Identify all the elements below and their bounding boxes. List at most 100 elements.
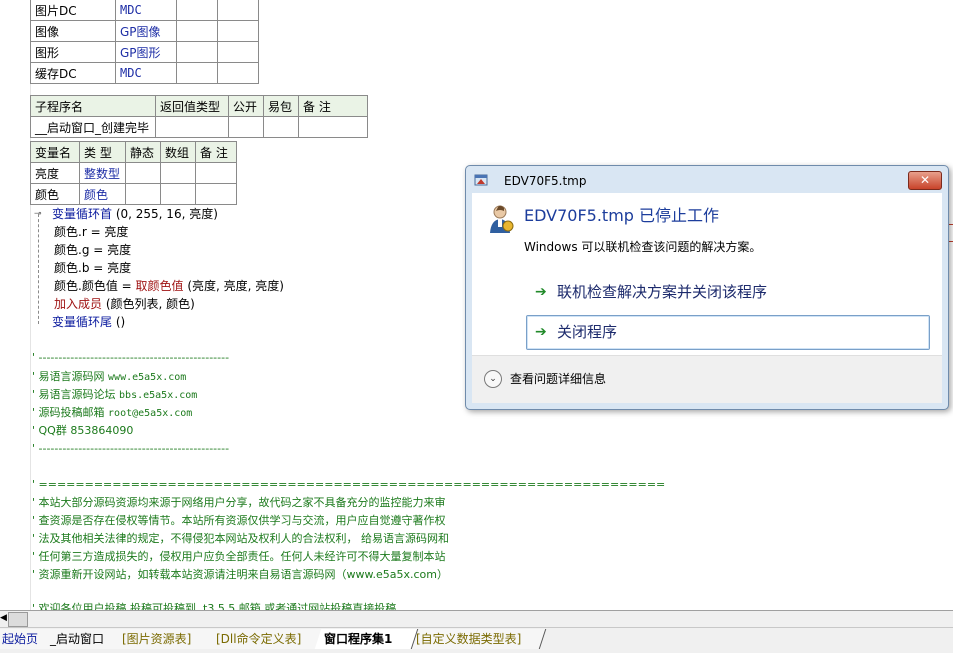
column-header: 子程序名 (30, 95, 156, 117)
comment-line[interactable]: ' 欢迎各位用户投稿 投稿可投稿到 .t3.5.5 邮箱 或者通过网站投稿直接投… (32, 600, 396, 610)
column-header: 变量名 (30, 141, 80, 163)
table-cell[interactable] (176, 20, 218, 42)
dialog-body: EDV70F5.tmp 已停止工作 Windows 可以联机检查该问题的解决方案… (472, 193, 942, 355)
table-cell[interactable]: GP图形 (115, 41, 177, 63)
table-cell[interactable]: 图像 (30, 20, 116, 42)
close-button[interactable]: ✕ (908, 171, 942, 190)
column-header: 易包 (263, 95, 299, 117)
comment-text: ' 源码投稿邮箱 (32, 406, 109, 419)
comment-url: www.e5a5x.com (108, 372, 187, 383)
table-cell[interactable] (228, 116, 264, 138)
table-cell[interactable]: 颜色 (30, 183, 80, 205)
dialog-title: EDV70F5.tmp (504, 174, 587, 188)
comment-line[interactable]: ' 查资源是否存在侵权等情节。本站所有资源仅供学习与交流，用户应自觉遵守著作权 (32, 512, 446, 530)
close-program-button[interactable]: ➔ 关闭程序 (526, 315, 930, 350)
arrow-right-icon: ➔ (535, 284, 547, 300)
comment-line[interactable]: ' 资源重新开设网站，如转载本站资源请注明来自易语言源码网（www.e5a5x.… (32, 566, 448, 584)
option-label: 联机检查解决方案并关闭该程序 (557, 283, 768, 301)
code-function: 取颜色值 (135, 279, 184, 293)
tab-label: 起始页 (2, 632, 39, 646)
table-cell[interactable]: 缓存DC (30, 62, 116, 84)
column-header: 数组 (160, 141, 196, 163)
comment-line[interactable]: ' 易语言源码论坛 bbs.e5a5x.com (32, 386, 197, 404)
error-dialog[interactable]: EDV70F5.tmp ✕ EDV70F5.tmp 已停止工作 Windows … (465, 165, 949, 410)
column-header: 返回值类型 (155, 95, 229, 117)
table-cell[interactable] (160, 162, 196, 184)
table-cell[interactable] (298, 116, 368, 138)
tab-label: [Dll命令定义表] (216, 632, 302, 646)
tab-label: _启动窗口 (50, 632, 105, 646)
table-cell[interactable] (125, 162, 161, 184)
table-cell[interactable]: GP图像 (115, 20, 177, 42)
code-args: () (112, 315, 126, 329)
table-cell[interactable] (176, 41, 218, 63)
code-line[interactable]: 颜色.颜色值 = 取颜色值 (亮度, 亮度, 亮度) (54, 277, 284, 295)
table-cell[interactable] (263, 116, 299, 138)
comment-line[interactable]: ' 本站大部分源码资源均来源于网络用户分享，故代码之家不具备充分的监控能力来审 (32, 494, 446, 512)
table-header-row: 子程序名 返回值类型 公开 易包 备 注 (30, 95, 368, 117)
dialog-description: Windows 可以联机检查该问题的解决方案。 (524, 240, 762, 254)
table-cell[interactable]: 整数型 (79, 162, 126, 184)
dialog-heading: EDV70F5.tmp 已停止工作 (524, 206, 720, 225)
tab-window-assembly[interactable]: 窗口程序集1 (314, 629, 419, 649)
column-header: 静态 (125, 141, 161, 163)
scroll-left-icon[interactable]: ◀ (0, 613, 7, 624)
check-online-solution-button[interactable]: ➔ 联机检查解决方案并关闭该程序 (527, 276, 927, 309)
table-cell[interactable] (217, 20, 259, 42)
comment-line[interactable]: ' 法及其他相关法律的规定，不得侵犯本网站及权利人的合法权利， 给易语言源码网和 (32, 530, 449, 548)
arrow-right-icon: ➔ (535, 324, 547, 340)
table-cell[interactable]: 亮度 (30, 162, 80, 184)
table-cell[interactable] (217, 0, 259, 21)
tab-image-resources[interactable]: [图片资源表] (112, 629, 219, 649)
tab-custom-data-types[interactable]: [自定义数据类型表] (406, 629, 547, 649)
table-cell[interactable] (125, 183, 161, 205)
table-cell[interactable]: 图片DC (30, 0, 116, 21)
user-icon (490, 205, 514, 233)
code-keyword: 变量循环尾 (52, 315, 113, 329)
tab-dll-commands[interactable]: [Dll命令定义表] (206, 629, 329, 649)
code-line[interactable]: 变量循环首 (0, 255, 16, 亮度) (52, 205, 218, 223)
table-cell[interactable]: 图形 (30, 41, 116, 63)
table-row: 图像 GP图像 (30, 20, 259, 42)
table-cell[interactable] (217, 62, 259, 84)
table-row: 图片DC MDC (30, 0, 259, 21)
comment-line[interactable]: ' 任何第三方造成损失的，侵权用户应负全部责任。任何人未经许可不得大量复制本站 (32, 548, 446, 566)
code-line[interactable]: 变量循环尾 () (52, 313, 125, 331)
comment-line[interactable]: ' --------------------------------------… (32, 440, 229, 458)
subroutine-name-cell[interactable]: __启动窗口_创建完毕 (30, 116, 156, 138)
loop-marker-icon: ⊸ (34, 209, 42, 219)
comment-line[interactable]: ' 源码投稿邮箱 root@e5a5x.com (32, 404, 192, 422)
table-cell[interactable] (195, 183, 237, 205)
table-header-row: 变量名 类 型 静态 数组 备 注 (30, 141, 237, 163)
view-details-link[interactable]: 查看问题详细信息 (510, 370, 606, 387)
editor-gutter (0, 0, 31, 610)
table-cell[interactable] (176, 62, 218, 84)
table-cell[interactable]: MDC (115, 62, 177, 84)
table-cell[interactable]: MDC (115, 0, 177, 21)
code-text: 颜色.颜色值 = (54, 279, 136, 293)
scrollbar-thumb[interactable] (8, 612, 28, 627)
table-cell[interactable] (155, 116, 229, 138)
column-header: 公开 (228, 95, 264, 117)
table-cell[interactable] (160, 183, 196, 205)
comment-text: ' 易语言源码论坛 (32, 388, 120, 401)
code-line[interactable]: 加入成员 (颜色列表, 颜色) (54, 295, 195, 313)
comment-line[interactable]: ' QQ群 853864090 (32, 422, 133, 440)
resource-table: 图片DC MDC 图像 GP图像 图形 GP图形 缓存DC MDC (30, 0, 259, 84)
comment-line[interactable]: ' --------------------------------------… (32, 349, 229, 367)
comment-line[interactable]: ' 易语言源码网 www.e5a5x.com (32, 368, 186, 386)
code-line[interactable]: 颜色.g = 亮度 (54, 241, 131, 259)
table-cell[interactable] (217, 41, 259, 63)
tab-startup-window[interactable]: _启动窗口 (40, 629, 125, 649)
comment-line[interactable]: ' ======================================… (32, 476, 665, 494)
table-cell[interactable] (176, 0, 218, 21)
code-line[interactable]: 颜色.b = 亮度 (54, 259, 131, 277)
table-cell[interactable]: 颜色 (79, 183, 126, 205)
code-line[interactable]: 颜色.r = 亮度 (54, 223, 128, 241)
horizontal-scrollbar[interactable]: ◀ (0, 611, 953, 628)
comment-url: root@e5a5x.com (108, 408, 193, 419)
code-keyword: 变量循环首 (52, 207, 113, 221)
chevron-down-icon[interactable]: ⌄ (484, 370, 502, 388)
table-cell[interactable] (195, 162, 237, 184)
table-row: 缓存DC MDC (30, 62, 259, 84)
